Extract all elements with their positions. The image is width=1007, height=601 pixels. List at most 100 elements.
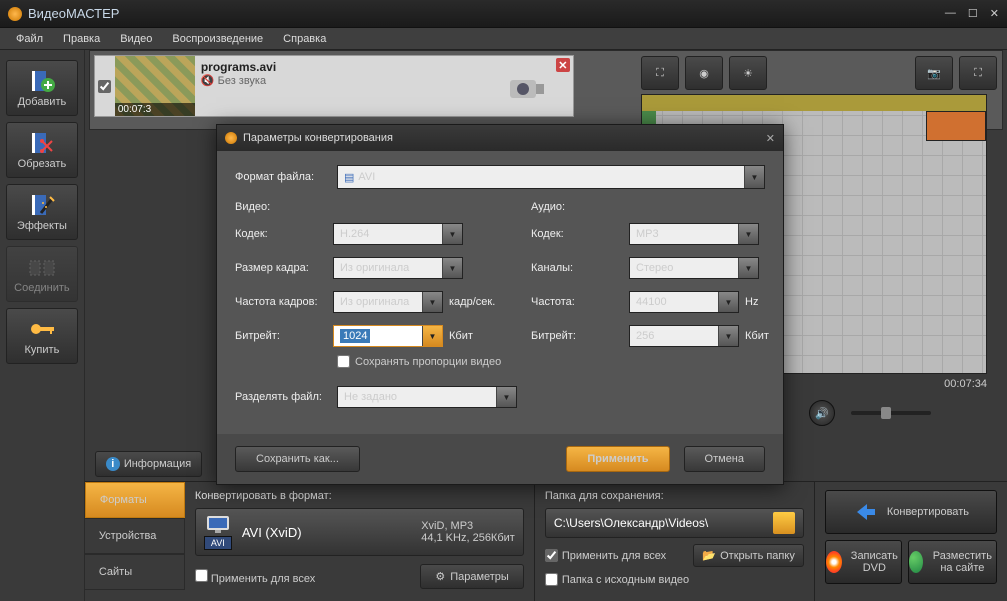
minimize-button[interactable]: — (945, 7, 956, 20)
convert-button[interactable]: Конвертировать (825, 490, 997, 534)
add-button[interactable]: Добавить (6, 60, 78, 116)
conversion-params-dialog: Параметры конвертирования ✕ Формат файла… (216, 124, 784, 485)
save-as-button[interactable]: Сохранить как... (235, 446, 360, 472)
audio-codec-label: Кодек: (531, 228, 629, 240)
keep-aspect-checkbox[interactable]: Сохранять пропорции видео (337, 355, 505, 368)
chevron-down-icon: ▼ (442, 258, 462, 278)
join-button: Соединить (6, 246, 78, 302)
folder-icon[interactable] (773, 512, 795, 534)
apply-button[interactable]: Применить (566, 446, 669, 472)
chevron-down-icon: ▼ (422, 326, 442, 346)
file-name: programs.avi (201, 60, 276, 74)
info-label: Информация (124, 458, 191, 470)
file-remove-button[interactable]: ✕ (553, 56, 573, 116)
folder-open-icon: 📂 (702, 549, 716, 562)
file-format-select[interactable]: ▤ AVI ▼ (337, 165, 765, 189)
chevron-down-icon: ▼ (718, 292, 738, 312)
dialog-titlebar[interactable]: Параметры конвертирования ✕ (217, 125, 783, 151)
save-same-folder[interactable]: Папка с исходным видео (545, 573, 689, 586)
save-apply-all[interactable]: Применить для всех (545, 549, 666, 562)
file-checkbox[interactable] (98, 80, 111, 93)
video-bitrate-input[interactable]: 1024▼ (333, 325, 443, 347)
key-icon (28, 317, 56, 341)
video-bitrate-unit: Кбит (449, 330, 505, 342)
format-name: AVI (XviD) (242, 525, 302, 540)
fps-unit: кадр/сек. (449, 296, 505, 308)
tab-formats[interactable]: Форматы (85, 482, 185, 518)
effects-label: Эффекты (17, 220, 67, 232)
tab-devices[interactable]: Устройства (85, 518, 185, 554)
dialog-title: Параметры конвертирования (243, 132, 393, 144)
scissors-icon (28, 131, 56, 155)
chevron-down-icon: ▼ (718, 326, 738, 346)
video-codec-label: Кодек: (235, 228, 333, 240)
dialog-close-button[interactable]: ✕ (766, 132, 775, 145)
info-button[interactable]: i Информация (95, 451, 202, 477)
app-logo-icon (8, 7, 22, 21)
menu-file[interactable]: Файл (8, 31, 51, 47)
file-format-value: AVI (358, 171, 375, 183)
avi-icon: ▤ (344, 171, 354, 184)
screen-icon (205, 514, 231, 534)
close-button[interactable]: ✕ (990, 7, 999, 20)
params-button[interactable]: ⚙ Параметры (420, 564, 524, 589)
save-path: C:\Users\Олександр\Videos\ (554, 516, 708, 530)
cut-button[interactable]: Обрезать (6, 122, 78, 178)
audio-section-header: Аудио: (531, 201, 801, 213)
app-title: ВидеоМАСТЕР (28, 6, 119, 21)
crop-button[interactable]: ⛶ (641, 56, 679, 90)
save-header: Папка для сохранения: (545, 490, 804, 502)
adjust-button[interactable]: ◉ (685, 56, 723, 90)
menu-video[interactable]: Видео (112, 31, 160, 47)
format-selector[interactable]: AVI AVI (XviD) XviD, MP3 44,1 KHz, 256Кб… (195, 508, 524, 556)
file-item[interactable]: 00:07:3 programs.avi 🔇 Без звука ✕ (94, 55, 574, 117)
brightness-button[interactable]: ☀ (729, 56, 767, 90)
thumbnail-duration: 00:07:3 (115, 103, 195, 116)
chevron-down-icon: ▼ (738, 224, 758, 244)
format-apply-all[interactable]: Применить для всех (195, 569, 315, 585)
add-label: Добавить (18, 96, 67, 108)
maximize-button[interactable]: ☐ (968, 7, 978, 20)
snapshot-button[interactable]: 📷 (915, 56, 953, 90)
buy-label: Купить (25, 344, 60, 356)
fullscreen-icon: ⛶ (974, 67, 982, 80)
audio-bitrate-select[interactable]: 256▼ (629, 325, 739, 347)
fps-select[interactable]: Из оригинала▼ (333, 291, 443, 313)
file-audio-status: Без звука (218, 75, 267, 87)
chevron-down-icon: ▼ (738, 258, 758, 278)
audio-codec-select[interactable]: MP3▼ (629, 223, 759, 245)
chevron-down-icon: ▼ (496, 387, 516, 407)
menu-edit[interactable]: Правка (55, 31, 108, 47)
video-codec-select[interactable]: H.264▼ (333, 223, 463, 245)
save-path-field[interactable]: C:\Users\Олександр\Videos\ (545, 508, 804, 538)
buy-button[interactable]: Купить (6, 308, 78, 364)
tab-sites[interactable]: Сайты (85, 554, 185, 590)
menu-help[interactable]: Справка (275, 31, 334, 47)
burn-dvd-button[interactable]: Записать DVD (825, 540, 902, 584)
format-header: Конвертировать в формат: (195, 490, 524, 502)
freq-select[interactable]: 44100▼ (629, 291, 739, 313)
chevron-down-icon: ▼ (442, 224, 462, 244)
format-line2: 44,1 KHz, 256Кбит (421, 532, 515, 544)
frame-size-select[interactable]: Из оригинала▼ (333, 257, 463, 279)
cancel-button[interactable]: Отмена (684, 446, 765, 472)
volume-button[interactable]: 🔊 (809, 400, 835, 426)
audio-bitrate-unit: Кбит (745, 330, 801, 342)
split-select[interactable]: Не задано▼ (337, 386, 517, 408)
join-icon (28, 255, 56, 279)
info-icon: i (106, 457, 120, 471)
gear-icon: ⚙ (435, 570, 445, 583)
channels-select[interactable]: Стерео▼ (629, 257, 759, 279)
crop-icon: ⛶ (656, 67, 664, 80)
titlebar: ВидеоМАСТЕР — ☐ ✕ (0, 0, 1007, 28)
camera-icon: 📷 (927, 67, 941, 80)
effects-button[interactable]: Эффекты (6, 184, 78, 240)
join-label: Соединить (14, 282, 70, 294)
menu-playback[interactable]: Воспроизведение (164, 31, 271, 47)
fullscreen-button[interactable]: ⛶ (959, 56, 997, 90)
volume-slider[interactable] (851, 411, 931, 415)
split-label: Разделять файл: (235, 391, 337, 403)
publish-button[interactable]: Разместить на сайте (908, 540, 997, 584)
open-folder-button[interactable]: 📂 Открыть папку (693, 544, 803, 567)
freq-label: Частота: (531, 296, 629, 308)
